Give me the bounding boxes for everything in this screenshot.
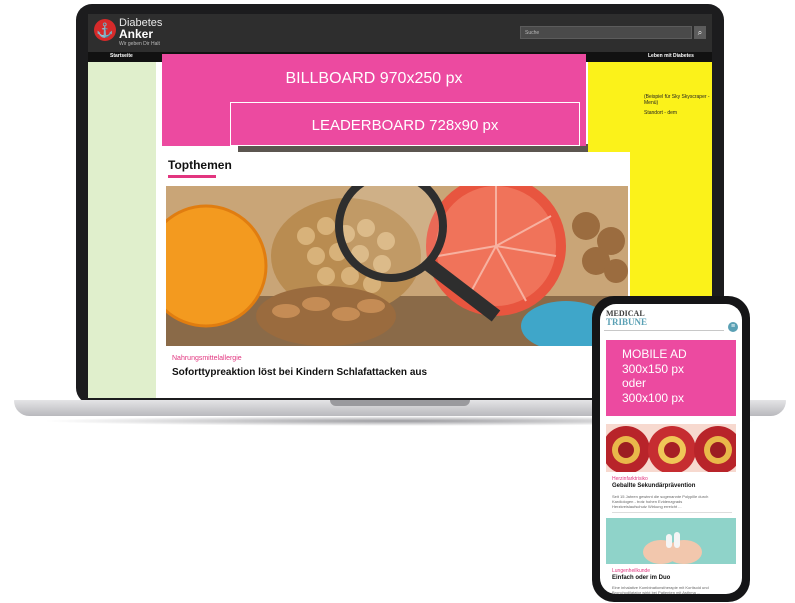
billboard-label: BILLBOARD 970x250 px: [285, 70, 463, 87]
mobile-ad-label: MOBILE AD: [622, 347, 687, 361]
logo-tagline: Wir geben Dir Halt: [119, 41, 160, 47]
phone-article-divider: [612, 512, 732, 513]
mobile-ad-label: 300x100 px: [622, 391, 685, 405]
search-input[interactable]: Suche: [520, 26, 692, 39]
leaderboard-label: LEADERBOARD 728x90 px: [311, 117, 499, 134]
article-title[interactable]: Soforttypreaktion löst bei Kindern Schla…: [172, 367, 427, 378]
search-icon[interactable]: ⌕: [694, 26, 706, 39]
menu-icon[interactable]: ≡: [728, 322, 738, 332]
nav-item-startseite[interactable]: Startseite: [110, 53, 133, 59]
anchor-icon[interactable]: ⚓: [94, 19, 116, 41]
phone-article-kicker[interactable]: Herzinfarktrisiko: [612, 476, 648, 482]
nav-item-leben-mit-diabetes[interactable]: Leben mit Diabetes: [648, 53, 694, 59]
hero-image[interactable]: [166, 186, 628, 346]
mobile-ad-label: 300x150 px: [622, 362, 685, 376]
section-heading-underline: [168, 175, 216, 178]
mobile-ad-label: oder: [622, 376, 647, 390]
phone-article-image[interactable]: [606, 424, 736, 472]
phone-article-kicker[interactable]: Lungenheilkunde: [612, 568, 650, 574]
skyscraper-ad-text: Standort - dem: [644, 110, 678, 116]
left-ad-column: [88, 62, 156, 398]
logo-text-anker[interactable]: Anker: [119, 28, 153, 41]
phone-article-title[interactable]: Geballte Sekundärprävention: [612, 483, 695, 489]
phone-header-divider: [604, 330, 724, 331]
skyscraper-ad-text: (Beispiel für Sky Skyscraper - Menü): [644, 94, 710, 106]
phone-article-body: Bronchodilatator wirkt bei Patienten mit…: [612, 590, 701, 595]
phone-article-body: Herzkreislaufschutz Wirkung erreicht ...: [612, 504, 682, 509]
article-kicker[interactable]: Nahrungsmittelallergie: [172, 355, 242, 362]
laptop-hinge-notch: [330, 400, 470, 406]
phone-article-image[interactable]: [606, 518, 736, 564]
phone-logo-tribune[interactable]: TRIBUNE: [606, 317, 647, 327]
section-heading: Topthemen: [168, 158, 232, 172]
phone-article-title[interactable]: Einfach oder im Duo: [612, 575, 670, 581]
